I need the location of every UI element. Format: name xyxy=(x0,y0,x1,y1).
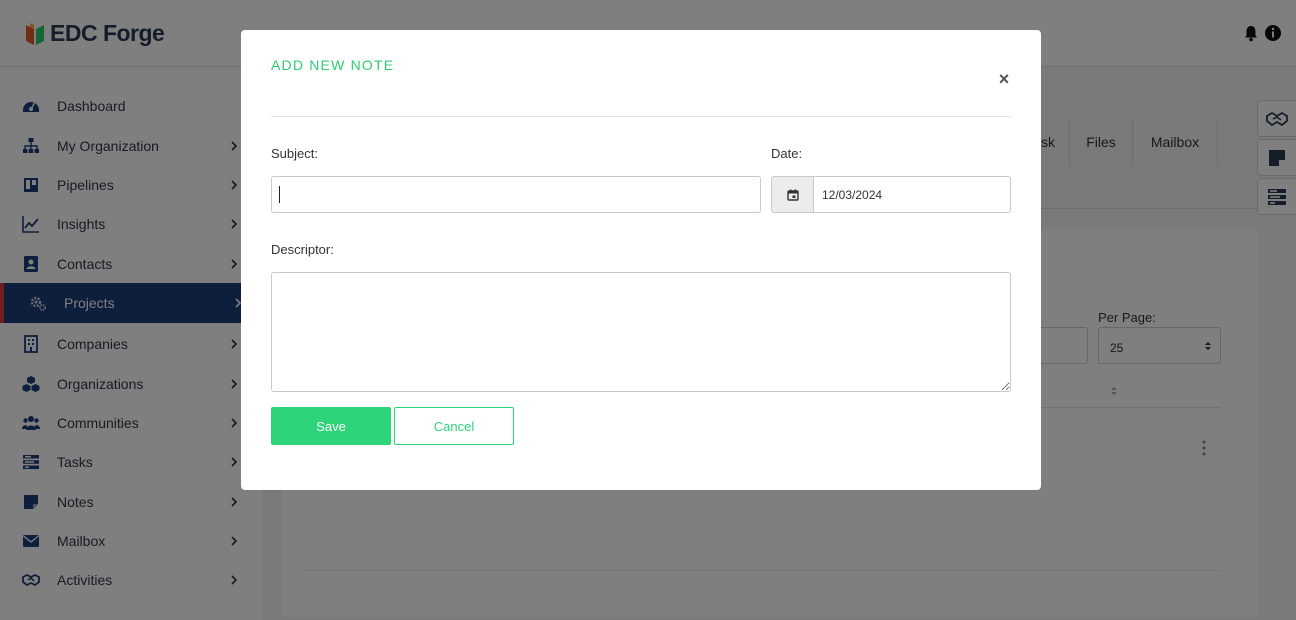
descriptor-textarea[interactable] xyxy=(271,272,1011,392)
calendar-button[interactable] xyxy=(771,176,813,213)
cancel-button[interactable]: Cancel xyxy=(394,407,514,445)
date-label: Date: xyxy=(771,146,803,161)
descriptor-label: Descriptor: xyxy=(271,242,334,257)
subject-label: Subject: xyxy=(271,146,318,161)
save-button[interactable]: Save xyxy=(271,407,391,445)
add-note-modal: ADD NEW NOTE × Subject: Date: Descriptor… xyxy=(241,30,1041,490)
subject-input[interactable] xyxy=(271,176,761,213)
modal-divider xyxy=(271,116,1011,117)
modal-title: ADD NEW NOTE xyxy=(271,57,395,73)
text-caret xyxy=(279,186,280,203)
calendar-icon xyxy=(786,189,799,201)
date-input[interactable] xyxy=(813,176,1011,213)
close-icon[interactable]: × xyxy=(995,70,1013,88)
